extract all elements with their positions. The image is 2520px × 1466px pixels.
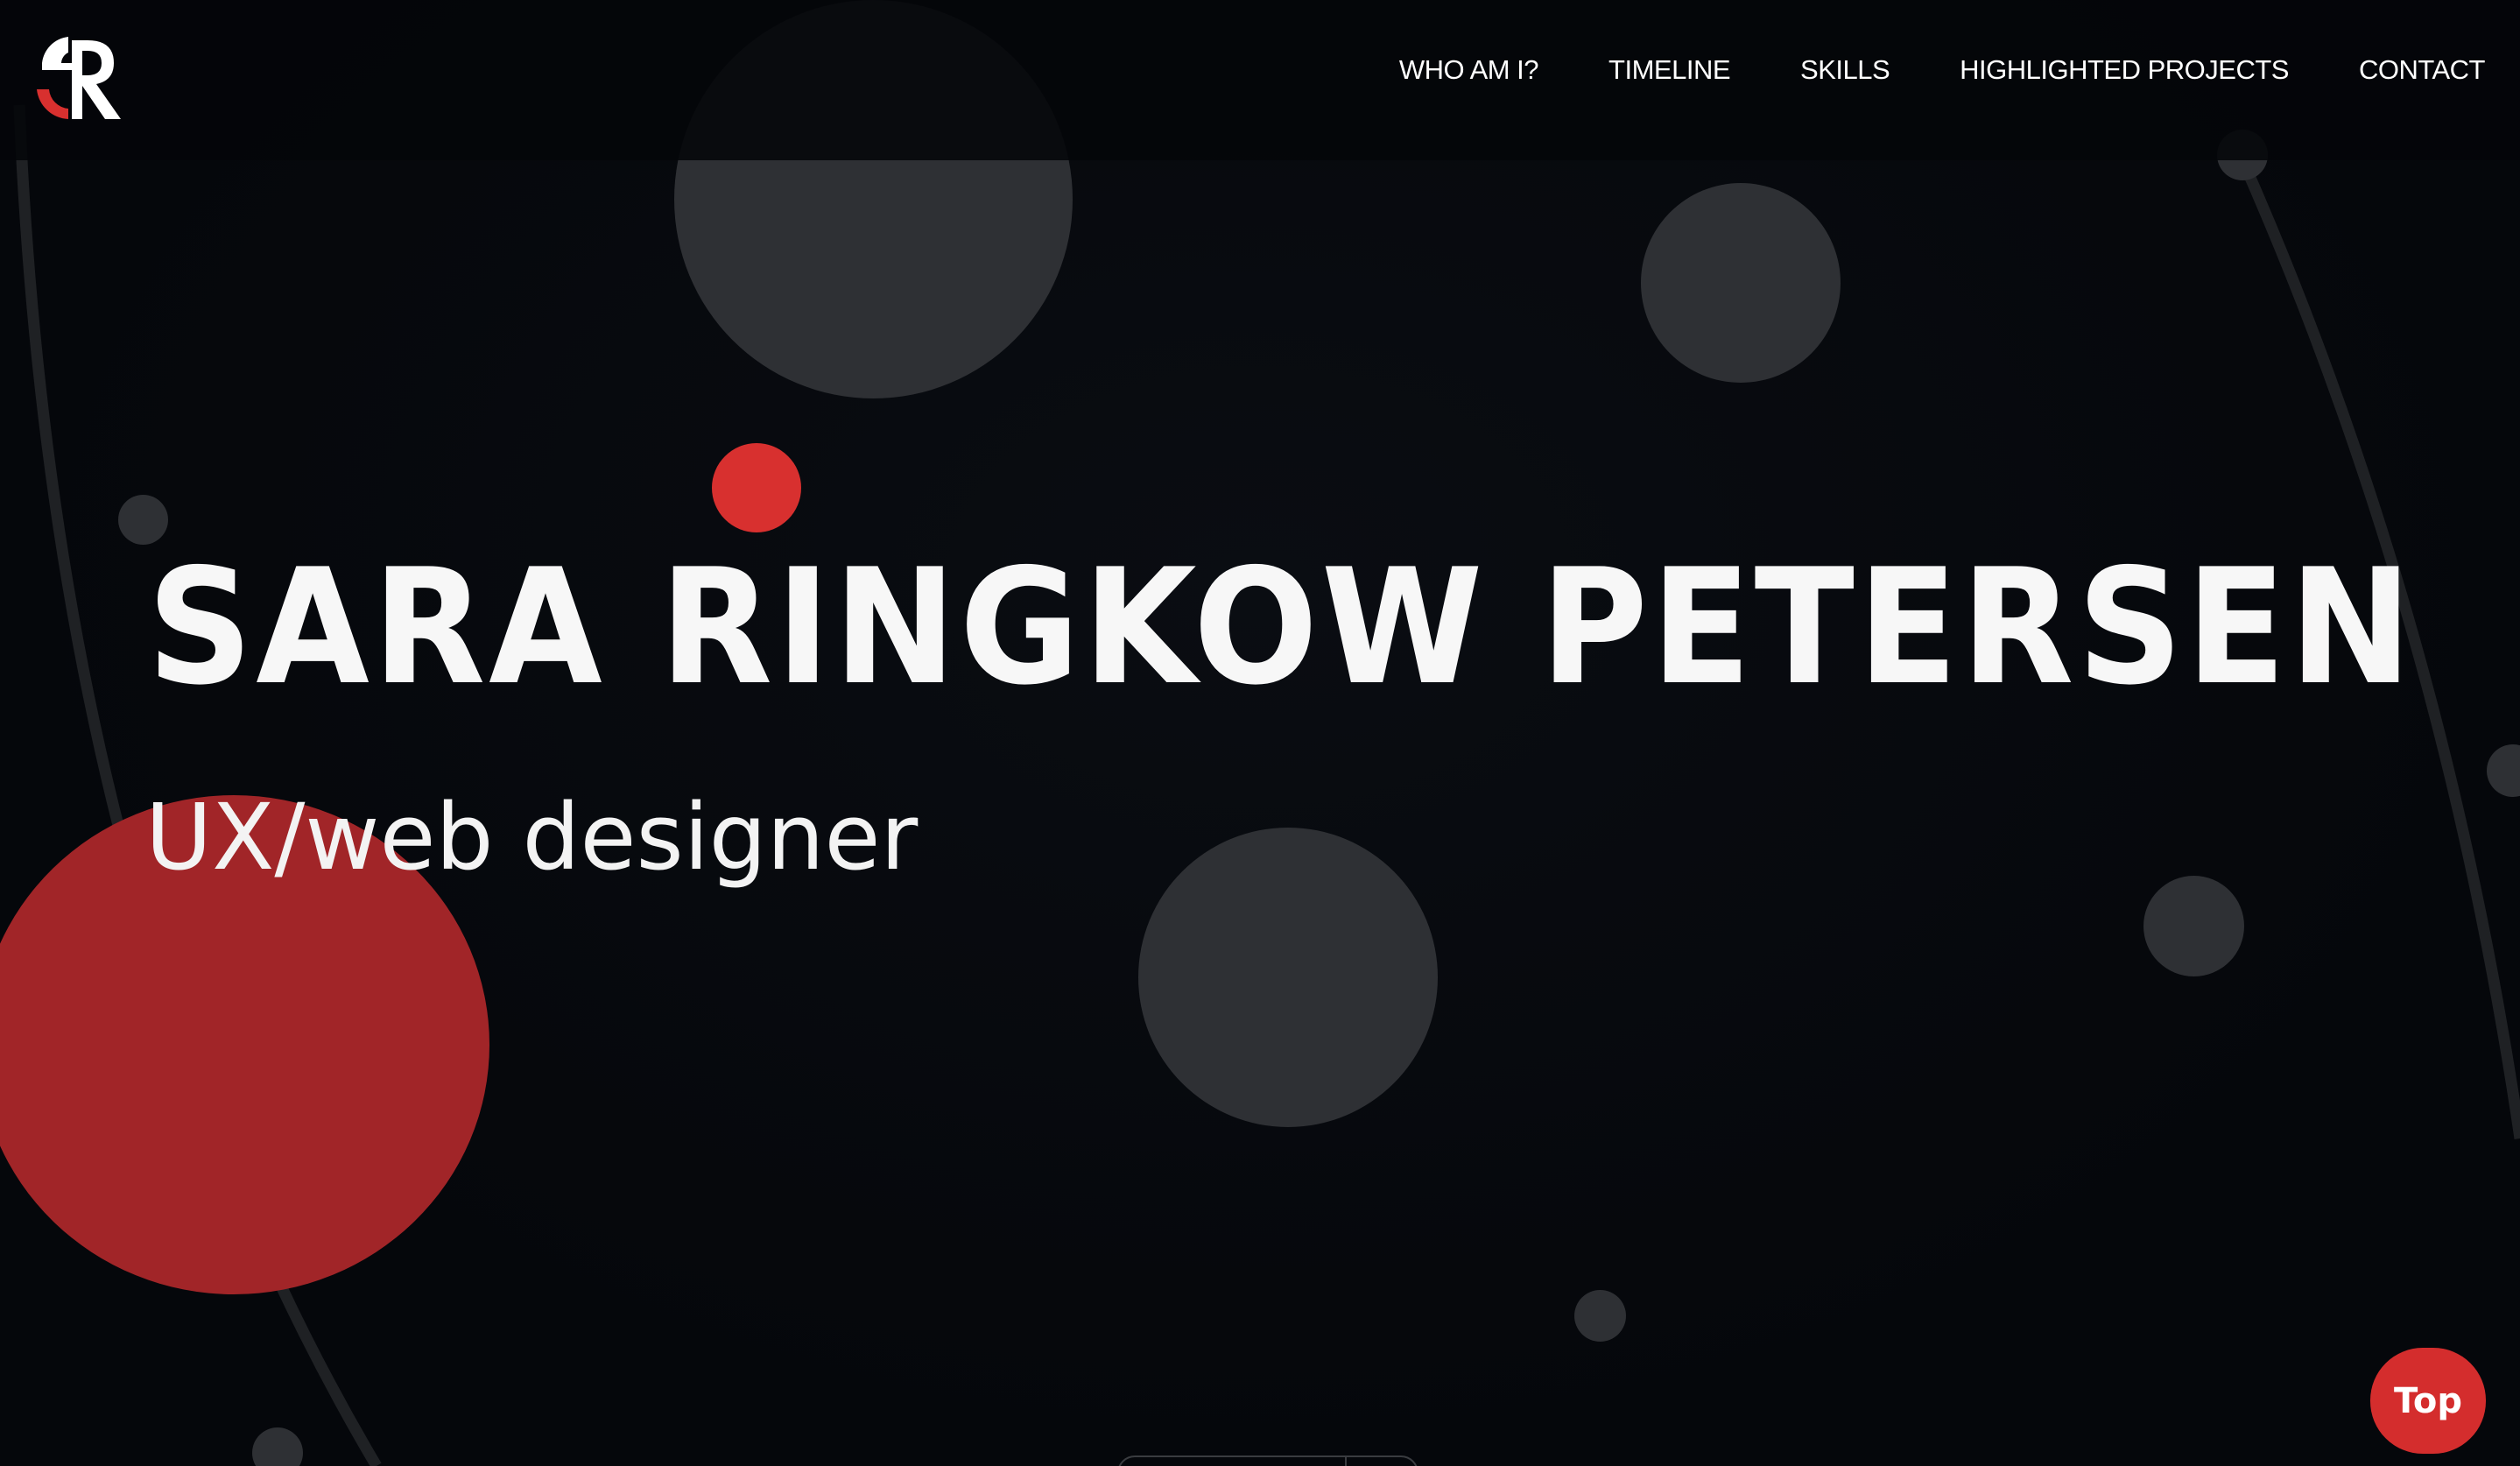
bubble-large-center [1138,828,1438,1127]
back-to-top-button[interactable]: Top [2370,1348,2486,1454]
nav-item-timeline[interactable]: TIMELINE [1608,54,1730,86]
main-nav: WHO AM I? TIMELINE SKILLS HIGHLIGHTED PR… [1399,54,2486,86]
nav-item-highlighted-projects[interactable]: HIGHLIGHTED PROJECTS [1960,54,2289,86]
bubble-medium-top-right [1641,183,1841,383]
hero-name: SARA RINGKOW PETERSEN [147,534,2416,720]
scroll-indicator[interactable] [1117,1455,1418,1466]
bubble-red-small [712,443,801,532]
hero-role: UX/web designer [145,784,919,891]
scroll-indicator-divider [1345,1457,1347,1466]
site-header: WHO AM I? TIMELINE SKILLS HIGHLIGHTED PR… [0,0,2520,160]
nav-item-skills[interactable]: SKILLS [1800,54,1890,86]
nav-item-contact[interactable]: CONTACT [2359,54,2486,86]
sr-monogram-logo-icon[interactable] [33,32,124,123]
bubble-small-bottom [1574,1290,1626,1342]
bubble-medium-right [2143,876,2244,976]
nav-item-who-am-i[interactable]: WHO AM I? [1399,54,1539,86]
page: WHO AM I? TIMELINE SKILLS HIGHLIGHTED PR… [0,0,2520,1466]
